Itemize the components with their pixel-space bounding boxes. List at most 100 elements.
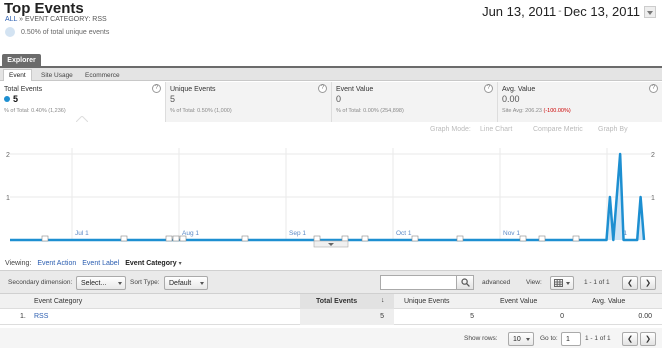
breadcrumb-separator: » (19, 16, 24, 23)
metric-change-negative: (-100.00%) (543, 108, 571, 114)
column-header-total-events[interactable]: Total Events (316, 298, 357, 305)
subtab-site-usage[interactable]: Site Usage (36, 69, 78, 81)
show-rows-value: 10 (513, 335, 521, 343)
viewing-label: Viewing: (5, 259, 32, 267)
pagination-range: 1 - 1 of 1 (584, 279, 610, 286)
help-icon[interactable]: ? (649, 84, 658, 93)
dimension-event-category[interactable]: Event Category (125, 260, 176, 267)
search-button[interactable] (456, 275, 474, 290)
compare-metric-button[interactable]: Compare Metric (533, 126, 583, 133)
column-header-event-category[interactable]: Event Category (34, 298, 82, 305)
metric-value: 5 (170, 94, 176, 104)
metric-subtext: % of Total: 0.40% (1,236) (4, 108, 66, 114)
prev-page-button[interactable]: ❮ (622, 276, 638, 290)
metric-name: Avg. Value (502, 86, 536, 93)
date-range-picker[interactable]: Jun 13, 2011 - Dec 13, 2011 (482, 4, 656, 19)
sort-type-select[interactable]: Default (164, 276, 208, 290)
table-toolbar: Secondary dimension: Select... Sort Type… (0, 270, 662, 294)
date-end: Dec 13, 2011 (563, 4, 640, 19)
row-total-events: 5 (380, 313, 384, 320)
secondary-dimension-label: Secondary dimension: (8, 279, 73, 286)
tab-explorer[interactable]: Explorer (2, 54, 41, 66)
page-title: Top Events (4, 0, 84, 17)
metric-name: Event Value (336, 86, 374, 93)
metric-value: 0 (336, 94, 342, 104)
secondary-dimension-select[interactable]: Select... (76, 276, 126, 290)
footer-next-page-button[interactable]: ❯ (640, 332, 656, 346)
y-tick-label-right: 1 (651, 195, 655, 202)
subtab-event[interactable]: Event (3, 69, 32, 81)
series-dot-icon (4, 96, 10, 102)
help-icon[interactable]: ? (484, 84, 493, 93)
annotation-marker (411, 235, 419, 242)
viewing-dimension-row: Viewing: Event Action Event Label Event … (0, 256, 662, 270)
table-header-row: Event Category Total Events ↓ Unique Eve… (0, 294, 662, 309)
dimension-event-action[interactable]: Event Action (37, 260, 76, 267)
chevron-down-icon[interactable]: ▾ (179, 260, 182, 267)
sort-type-value: Default (169, 279, 192, 287)
chevron-down-icon[interactable] (644, 5, 656, 18)
annotation-marker (172, 235, 180, 242)
help-icon[interactable]: ? (318, 84, 327, 93)
secondary-dimension-value: Select... (81, 279, 107, 287)
graph-by-button[interactable]: Graph By (598, 126, 628, 133)
breadcrumb-all-link[interactable]: ALL (5, 16, 17, 23)
chevron-right-icon: ❯ (645, 280, 651, 287)
dimension-event-label[interactable]: Event Label (82, 260, 119, 267)
row-unique-events: 5 (470, 313, 474, 320)
chevron-left-icon: ❮ (627, 336, 633, 343)
metric-value: 0.00 (502, 94, 520, 104)
show-rows-select[interactable]: 10 (508, 332, 534, 346)
search-icon (460, 278, 470, 287)
next-page-button[interactable]: ❯ (640, 276, 656, 290)
graph-controls: Graph Mode: Line Chart Compare Metric Gr… (0, 124, 662, 138)
y-tick-label-left: 1 (6, 195, 10, 202)
view-type-select[interactable] (550, 276, 574, 290)
row-index: 1. (20, 313, 26, 320)
annotation-marker (179, 235, 187, 242)
advanced-filter-link[interactable]: advanced (482, 279, 510, 286)
x-tick-label: Jul 1 (75, 230, 89, 237)
annotation-marker (165, 235, 173, 242)
sort-type-label: Sort Type: (130, 279, 160, 286)
metric-subtext: % of Total: 0.50% (1,000) (170, 108, 232, 114)
annotation-marker (313, 235, 321, 242)
metric-subtext: Site Avg: 206.23 (502, 108, 544, 114)
chevron-down-icon (118, 282, 122, 285)
metric-avg-value[interactable]: Avg. Value 0.00 Site Avg: 206.23 (-100.0… (498, 82, 662, 122)
metric-value: 5 (13, 94, 19, 104)
row-category-link[interactable]: RSS (34, 313, 48, 320)
help-icon[interactable]: ? (152, 84, 161, 93)
metric-unique-events[interactable]: Unique Events 5 % of Total: 0.50% (1,000… (166, 82, 332, 122)
column-header-unique-events[interactable]: Unique Events (404, 298, 450, 305)
sort-arrow-icon[interactable]: ↓ (381, 297, 385, 304)
goto-page-input[interactable]: 1 (561, 332, 581, 346)
breadcrumb: ALL » EVENT CATEGORY: RSS (5, 16, 107, 23)
metric-summary: Total Events 5 % of Total: 0.40% (1,236)… (0, 82, 662, 122)
pie-indicator-icon (5, 27, 15, 37)
chevron-down-icon (566, 282, 570, 285)
goto-page-value: 1 (566, 335, 570, 343)
column-header-event-value[interactable]: Event Value (500, 298, 537, 305)
view-label: View: (526, 279, 542, 286)
column-header-avg-value[interactable]: Avg. Value (592, 298, 625, 305)
data-table: Event Category Total Events ↓ Unique Eve… (0, 294, 662, 325)
annotation-marker (519, 235, 527, 242)
metric-event-value[interactable]: Event Value 0 % of Total: 0.00% (254,898… (332, 82, 498, 122)
table-row: 1. RSS 5 5 0 0.00 (0, 309, 662, 325)
annotation-marker (241, 235, 249, 242)
date-separator: - (558, 6, 562, 17)
metric-name: Unique Events (170, 86, 216, 93)
table-footer: Show rows: 10 Go to: 1 1 - 1 of 1 ❮ ❯ (0, 328, 662, 348)
footer-prev-page-button[interactable]: ❮ (622, 332, 638, 346)
graph-mode-value[interactable]: Line Chart (480, 126, 512, 133)
goto-label: Go to: (540, 335, 558, 342)
show-rows-label: Show rows: (464, 335, 498, 342)
date-start: Jun 13, 2011 (482, 4, 557, 19)
metric-name: Total Events (4, 86, 43, 93)
percent-of-total-line: 0.50% of total unique events (5, 26, 109, 38)
percent-of-total-text: 0.50% of total unique events (21, 28, 110, 36)
footer-pagination-range: 1 - 1 of 1 (585, 335, 611, 342)
subtab-ecommerce[interactable]: Ecommerce (80, 69, 125, 81)
row-event-value: 0 (560, 313, 564, 320)
